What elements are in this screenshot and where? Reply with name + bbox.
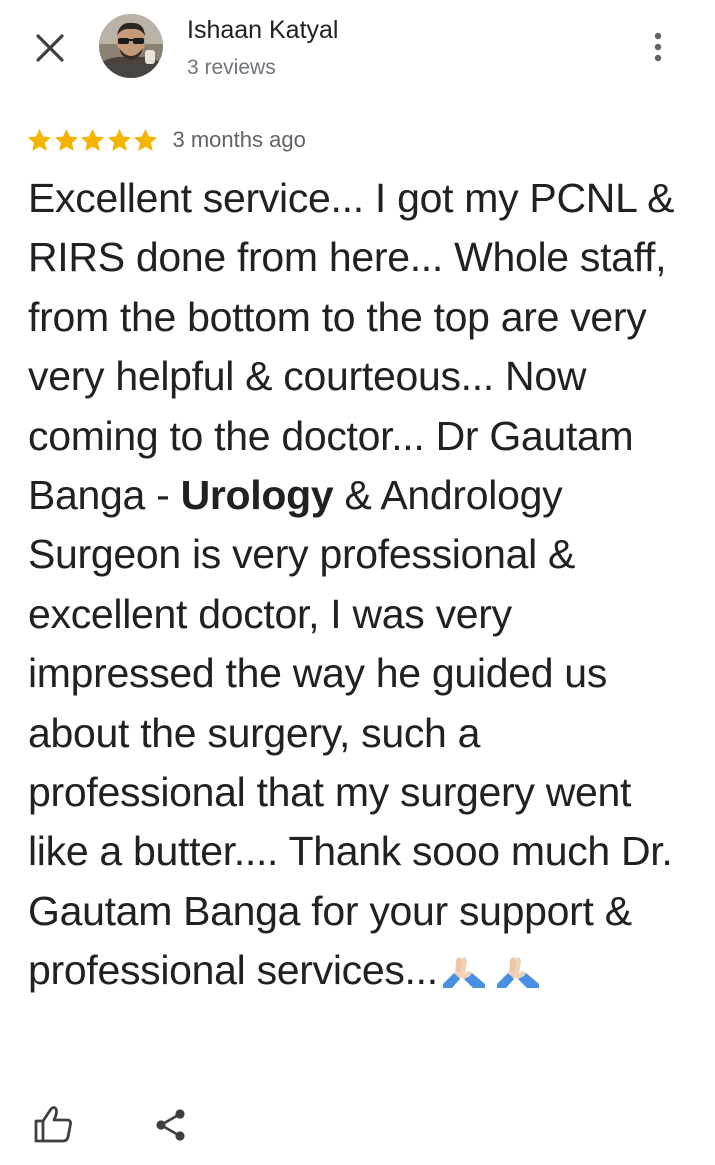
review-text: Excellent service... I got my PCNL & RIR… [28, 169, 693, 1007]
review-paragraph: Excellent service... I got my PCNL & RIR… [28, 169, 693, 1007]
review-text-part-2: & Andrology Surgeon is very professional… [28, 472, 673, 994]
more-options-button[interactable] [646, 30, 670, 66]
author-name[interactable]: Ishaan Katyal [187, 16, 339, 45]
star-rating [26, 127, 159, 154]
star-icon [107, 128, 131, 151]
review-text-part-1: Excellent service... I got my PCNL & RIR… [28, 175, 675, 519]
folded-hands-emoji [438, 947, 546, 1006]
share-button[interactable] [154, 1108, 188, 1142]
star-icon [80, 128, 105, 151]
close-icon [36, 34, 64, 62]
more-vert-icon [654, 32, 662, 62]
rating-row: 3 months ago [26, 122, 306, 158]
review-date: 3 months ago [172, 127, 306, 152]
share-icon [156, 1109, 185, 1141]
highlighted-term: Urology [180, 472, 334, 519]
star-icon [133, 128, 158, 151]
thumbs-up-icon [34, 1106, 72, 1143]
star-icon [27, 128, 52, 151]
avatar[interactable] [99, 14, 163, 78]
review-count[interactable]: 3 reviews [187, 56, 276, 80]
like-button[interactable] [32, 1103, 74, 1145]
star-icon [54, 128, 78, 151]
close-button[interactable] [30, 28, 70, 68]
profile-photo [99, 14, 163, 78]
